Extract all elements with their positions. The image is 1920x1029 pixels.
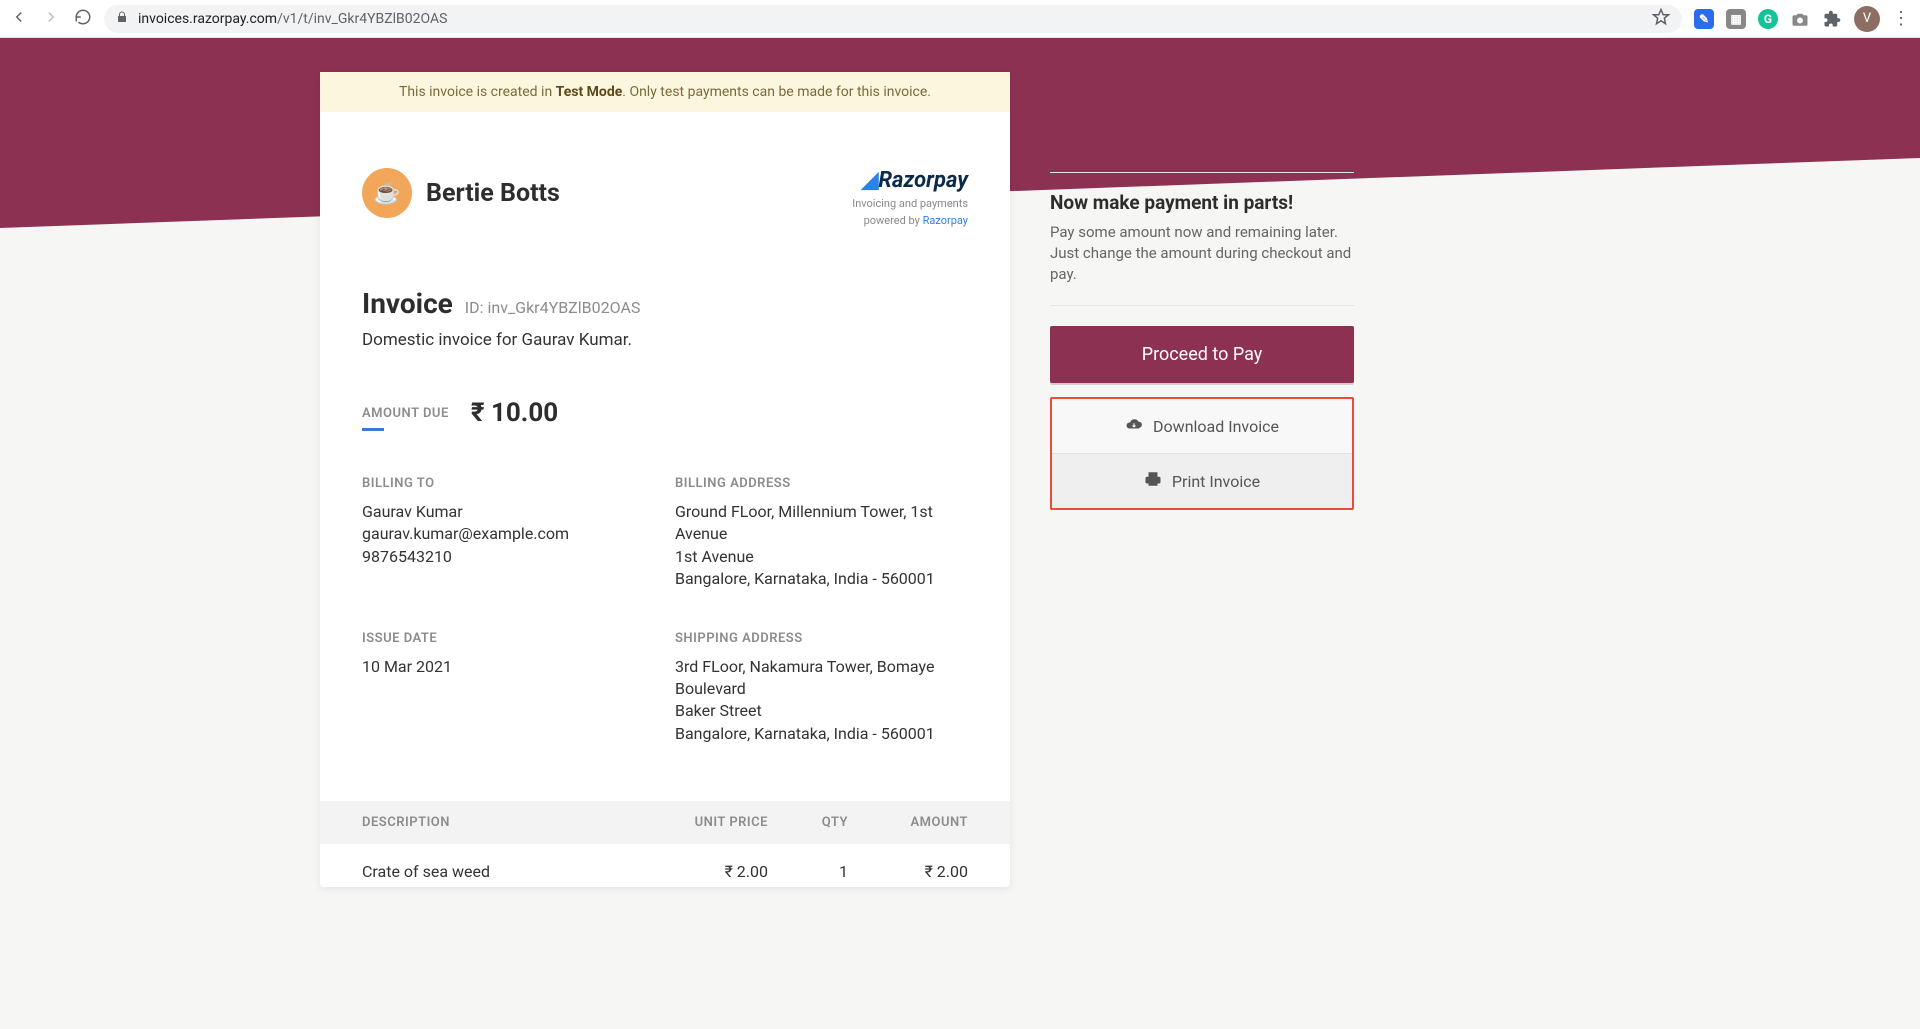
- profile-avatar[interactable]: V: [1854, 6, 1880, 32]
- bookmark-star-icon[interactable]: [1652, 8, 1670, 30]
- line-item-row: Crate of sea weed ₹ 2.00 1 ₹ 2.00: [320, 844, 1010, 887]
- invoice-id: ID: inv_Gkr4YBZlB02OAS: [465, 298, 641, 317]
- shipping-address-block: SHIPPING ADDRESS 3rd FLoor, Nakamura Tow…: [675, 631, 968, 746]
- invoice-heading: Invoice: [362, 287, 453, 320]
- nav-back-icon[interactable]: [10, 8, 28, 30]
- url-bar[interactable]: invoices.razorpay.com/v1/t/inv_Gkr4YBZlB…: [104, 5, 1682, 33]
- invoice-card: This invoice is created in Test Mode. On…: [320, 72, 1010, 887]
- extension-icon[interactable]: ✎: [1694, 9, 1714, 29]
- test-mode-banner: This invoice is created in Test Mode. On…: [320, 72, 1010, 112]
- razorpay-branding: ◢Razorpay Invoicing and payments powered…: [852, 168, 968, 227]
- camera-icon[interactable]: [1790, 9, 1810, 29]
- extension-icons: ✎ ▦ G V ⋮: [1694, 6, 1910, 32]
- side-text: Pay some amount now and remaining later.…: [1050, 222, 1354, 285]
- download-invoice-button[interactable]: Download Invoice: [1052, 399, 1352, 454]
- extension-icon[interactable]: ▦: [1726, 9, 1746, 29]
- printer-icon: [1144, 470, 1162, 492]
- merchant-logo: ☕: [362, 168, 412, 218]
- browser-menu-icon[interactable]: ⋮: [1892, 8, 1910, 29]
- secondary-actions-highlighted: Download Invoice Print Invoice: [1050, 397, 1354, 510]
- invoice-description: Domestic invoice for Gaurav Kumar.: [362, 330, 968, 350]
- amount-due-label: AMOUNT DUE: [362, 406, 449, 421]
- print-invoice-button[interactable]: Print Invoice: [1052, 454, 1352, 508]
- url-text: invoices.razorpay.com/v1/t/inv_Gkr4YBZlB…: [138, 11, 447, 27]
- lock-icon: [116, 11, 128, 26]
- merchant-name: Bertie Botts: [426, 179, 560, 208]
- browser-toolbar: invoices.razorpay.com/v1/t/inv_Gkr4YBZlB…: [0, 0, 1920, 38]
- line-items-header: DESCRIPTION UNIT PRICE QTY AMOUNT: [320, 801, 1010, 844]
- billing-to-block: BILLING TO Gaurav Kumar gaurav.kumar@exa…: [362, 476, 655, 591]
- issue-date-block: ISSUE DATE 10 Mar 2021: [362, 631, 655, 746]
- extensions-puzzle-icon[interactable]: [1822, 9, 1842, 29]
- billing-address-block: BILLING ADDRESS Ground FLoor, Millennium…: [675, 476, 968, 591]
- razorpay-link[interactable]: Razorpay: [923, 214, 968, 227]
- amount-due-value: ₹ 10.00: [471, 398, 558, 428]
- cloud-download-icon: [1125, 415, 1143, 437]
- nav-reload-icon[interactable]: [74, 8, 92, 30]
- proceed-to-pay-button[interactable]: Proceed to Pay: [1050, 326, 1354, 383]
- side-title: Now make payment in parts!: [1050, 191, 1354, 214]
- side-panel: Now make payment in parts! Pay some amou…: [1050, 72, 1354, 510]
- grammarly-icon[interactable]: G: [1758, 9, 1778, 29]
- nav-forward-icon[interactable]: [42, 8, 60, 30]
